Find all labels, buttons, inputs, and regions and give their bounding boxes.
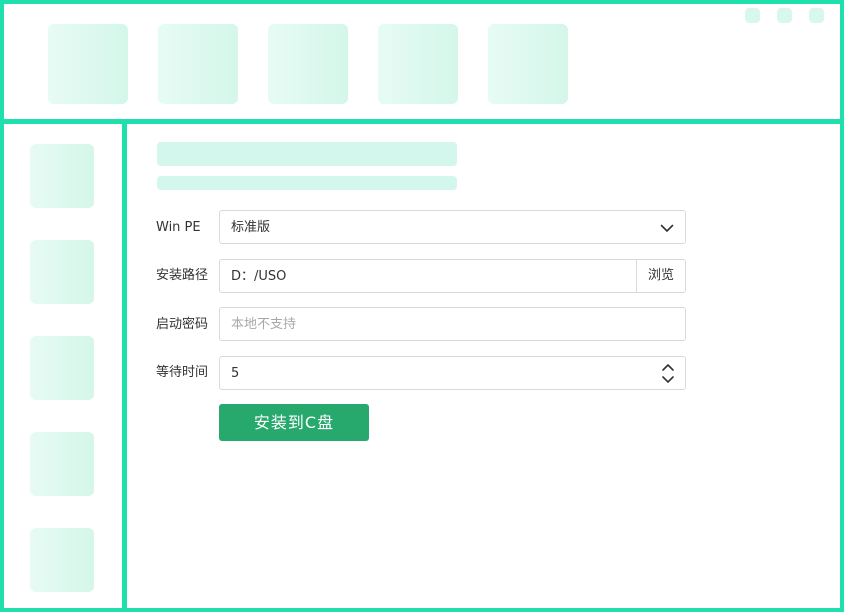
toolbar-tile-3[interactable] (268, 24, 348, 104)
chevron-down-icon (660, 224, 674, 232)
winpe-selected-value: 标准版 (231, 220, 271, 235)
wait-time-label: 等待时间 (156, 365, 209, 380)
wait-time-value: 5 (231, 366, 240, 381)
install-path-input[interactable]: D：/USO 浏览 (219, 259, 686, 293)
sidebar-divider (122, 121, 127, 612)
boot-password-placeholder: 本地不支持 (231, 317, 297, 332)
minimize-button[interactable] (745, 8, 760, 23)
spinner-down-icon[interactable] (661, 374, 675, 386)
subtitle-placeholder (157, 176, 457, 190)
sidebar-tile-2[interactable] (30, 240, 94, 304)
sidebar-tile-4[interactable] (30, 432, 94, 496)
spinner-up-icon[interactable] (661, 361, 675, 373)
winpe-label: Win PE (156, 220, 201, 235)
install-to-c-button[interactable]: 安装到C盘 (219, 404, 369, 441)
install-path-label: 安装路径 (156, 268, 209, 283)
toolbar-tile-4[interactable] (378, 24, 458, 104)
install-path-value: D：/USO (231, 269, 287, 284)
boot-password-input[interactable]: 本地不支持 (219, 307, 686, 341)
toolbar-tile-1[interactable] (48, 24, 128, 104)
sidebar-tile-1[interactable] (30, 144, 94, 208)
maximize-button[interactable] (777, 8, 792, 23)
close-button[interactable] (809, 8, 824, 23)
sidebar-tile-3[interactable] (30, 336, 94, 400)
boot-password-label: 启动密码 (156, 317, 209, 332)
browse-button[interactable]: 浏览 (636, 260, 685, 292)
toolbar-tile-5[interactable] (488, 24, 568, 104)
toolbar-tile-2[interactable] (158, 24, 238, 104)
wait-time-stepper[interactable]: 5 (219, 356, 686, 390)
sidebar-tile-5[interactable] (30, 528, 94, 592)
winpe-select[interactable]: 标准版 (219, 210, 686, 244)
title-placeholder (157, 142, 457, 166)
